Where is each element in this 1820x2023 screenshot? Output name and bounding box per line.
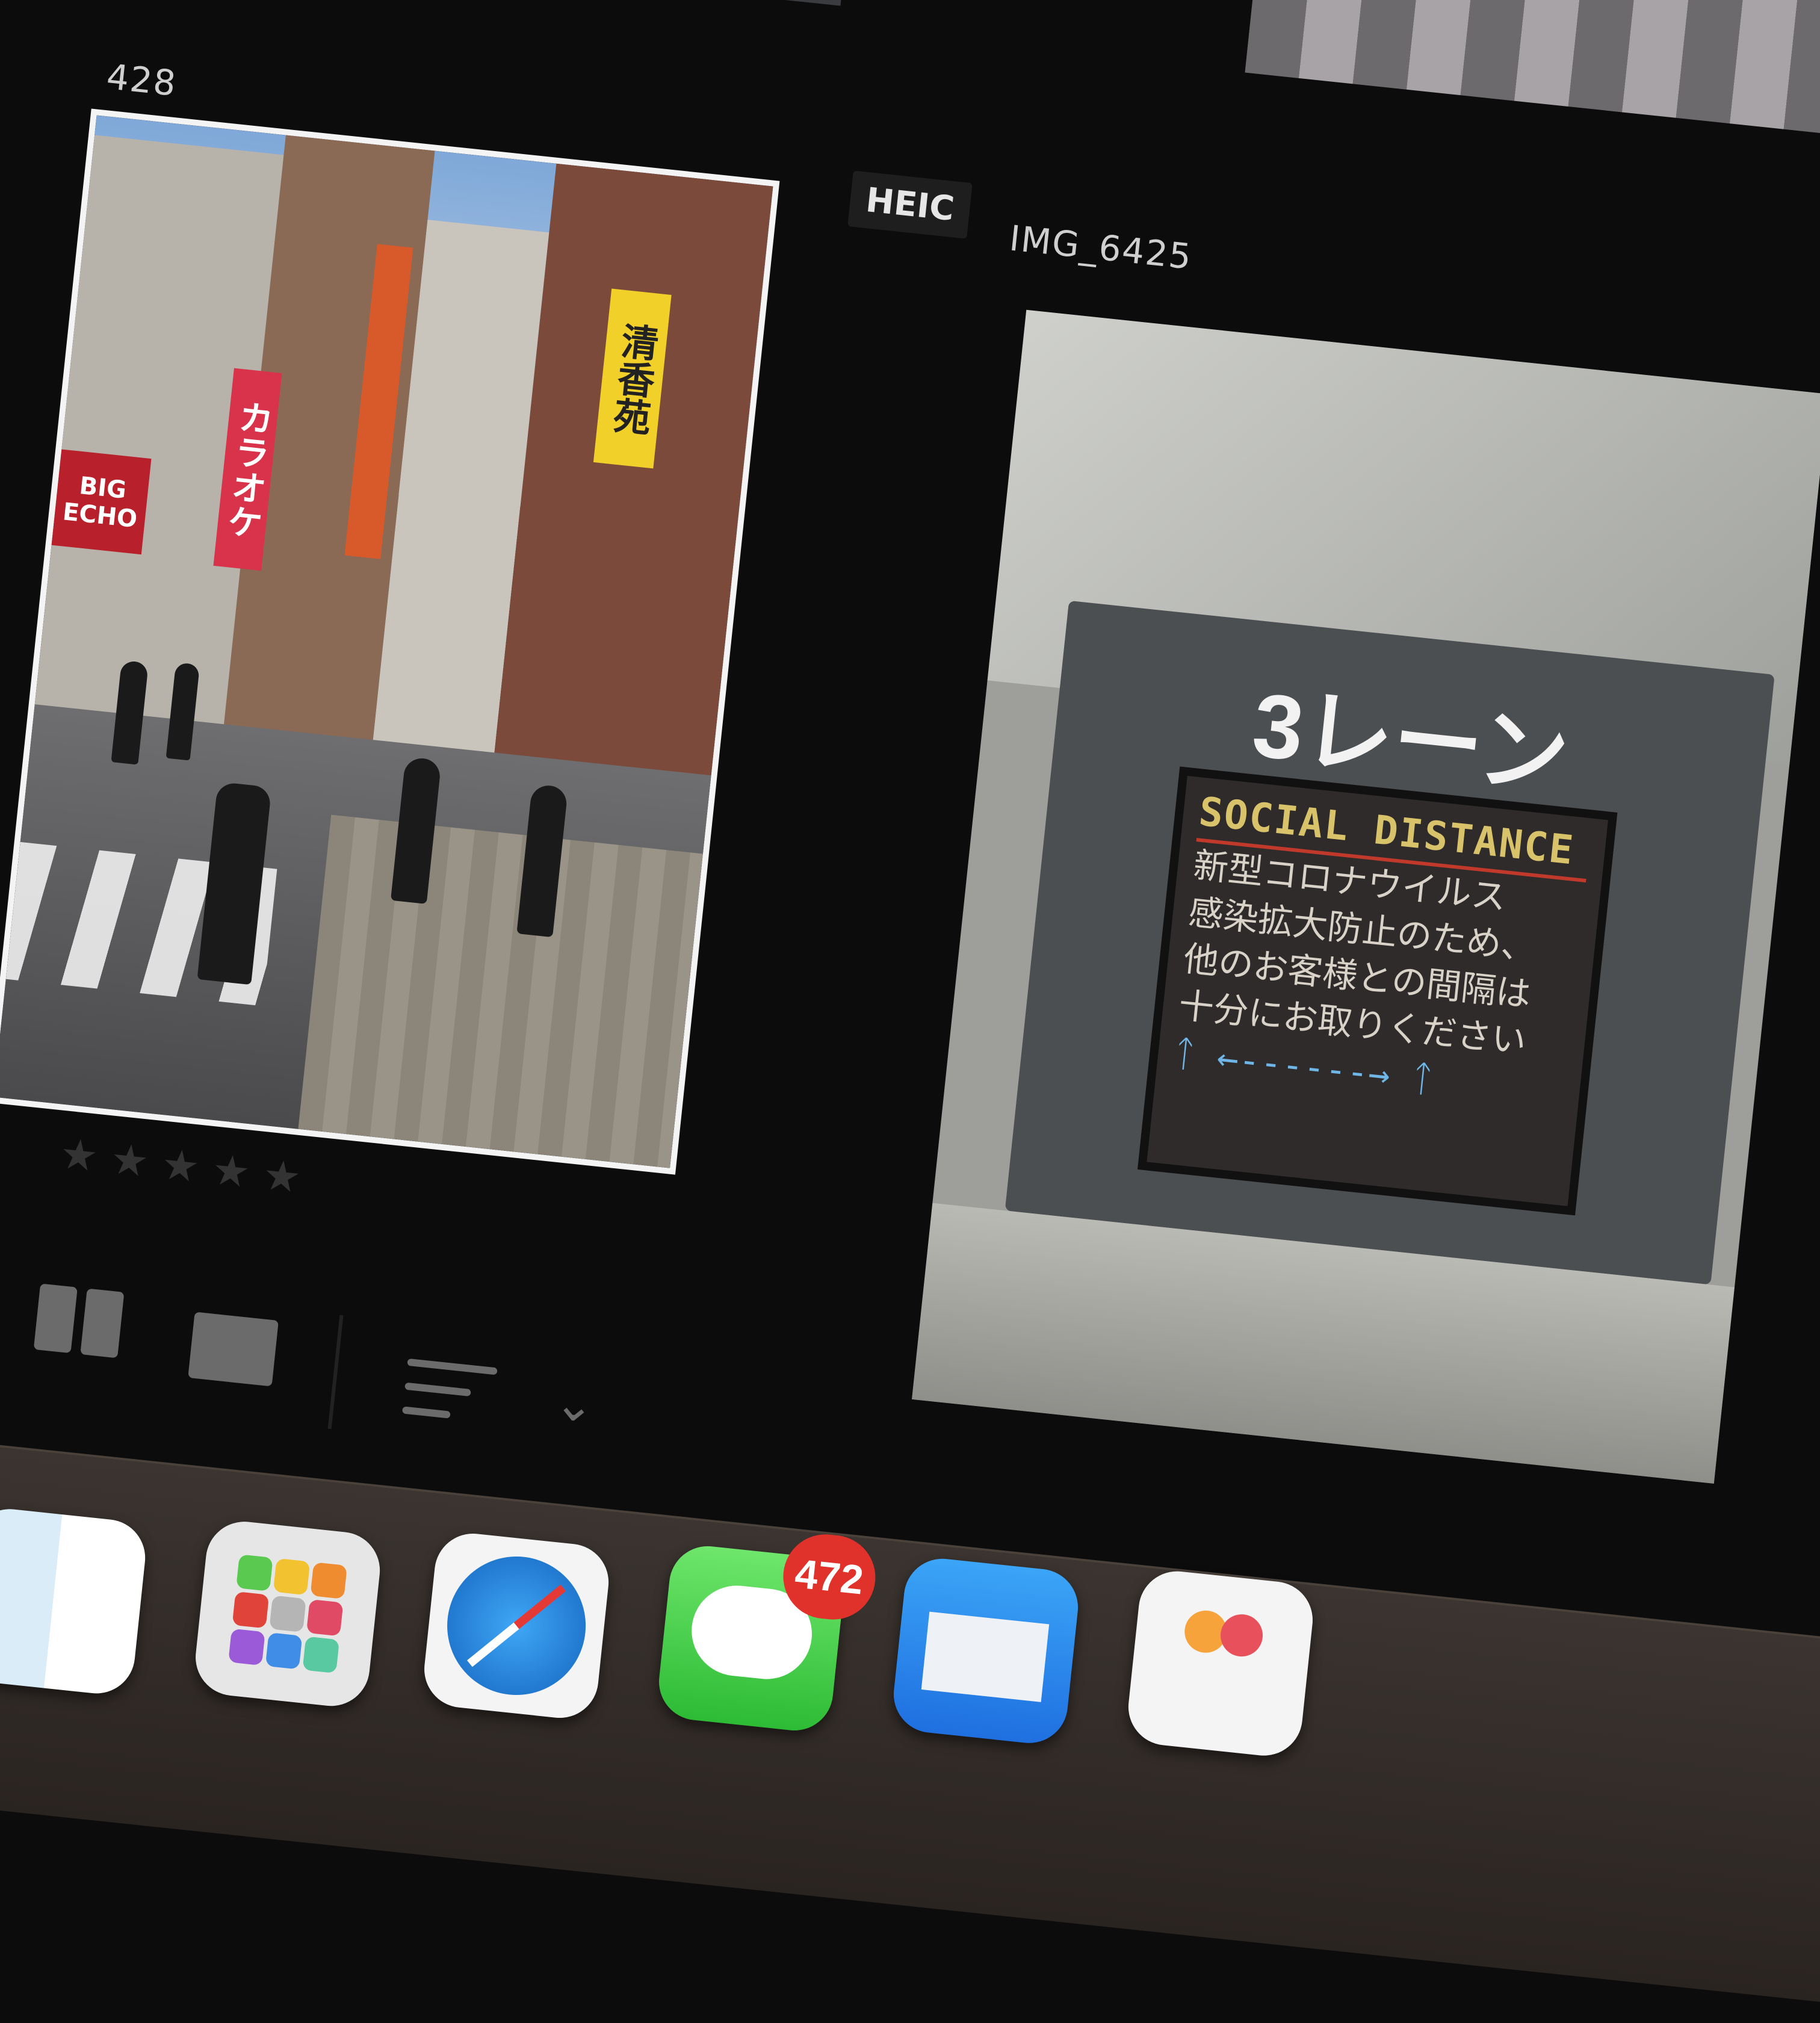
mail-icon[interactable] xyxy=(890,1555,1082,1747)
star-rating[interactable]: ★★★★★ xyxy=(58,1129,317,1204)
photo-thumbnail-top-right[interactable] xyxy=(1245,0,1820,142)
photo-title-right: IMG_6425 xyxy=(1008,217,1195,277)
launchpad-icon[interactable] xyxy=(191,1517,384,1710)
toolbar-divider xyxy=(327,1315,344,1430)
sort-icon[interactable] xyxy=(401,1358,504,1434)
messages-icon[interactable]: 472 xyxy=(655,1530,880,1735)
photo-title-left: 428 xyxy=(104,56,179,104)
petal-red xyxy=(1218,1612,1265,1659)
launchpad-dot xyxy=(310,1562,348,1599)
launchpad-dot xyxy=(236,1554,273,1591)
launchpad-dot xyxy=(306,1599,344,1637)
lane-sign-board: 3レーン SOCIAL DISTANCE 新型コロナウイルス 感染拡大防止のため… xyxy=(1004,600,1775,1285)
photo-thumbnail-lane-sign[interactable]: 3レーン SOCIAL DISTANCE 新型コロナウイルス 感染拡大防止のため… xyxy=(912,309,1820,1484)
safari-icon[interactable] xyxy=(420,1529,613,1722)
led-display: SOCIAL DISTANCE 新型コロナウイルス 感染拡大防止のため、 他のお… xyxy=(1137,766,1618,1215)
launchpad-dot xyxy=(302,1636,340,1674)
grid-view-icon[interactable] xyxy=(33,1283,125,1358)
loupe-view-icon[interactable] xyxy=(188,1312,279,1387)
launchpad-dot xyxy=(228,1628,265,1666)
finder-icon[interactable] xyxy=(0,1505,149,1697)
photos-icon[interactable] xyxy=(1124,1567,1317,1760)
big-echo-sign: BIG ECHO xyxy=(51,449,152,554)
format-badge-heic: HEIC xyxy=(847,170,973,239)
launchpad-dot xyxy=(269,1595,306,1632)
launchpad-dot xyxy=(232,1591,270,1629)
compass-needle xyxy=(466,1584,566,1667)
photo-thumbnail-top-left[interactable] xyxy=(553,0,852,6)
sidewalk xyxy=(297,814,703,1168)
launchpad-dot xyxy=(273,1558,311,1596)
launchpad-dot xyxy=(265,1632,303,1670)
envelope-shape xyxy=(921,1611,1050,1702)
compass-icon xyxy=(440,1549,593,1702)
chevron-down-icon[interactable]: ⌄ xyxy=(551,1374,597,1434)
photo-thumbnail-street[interactable]: カラオケ BIG ECHO 清香苑 xyxy=(0,108,780,1175)
